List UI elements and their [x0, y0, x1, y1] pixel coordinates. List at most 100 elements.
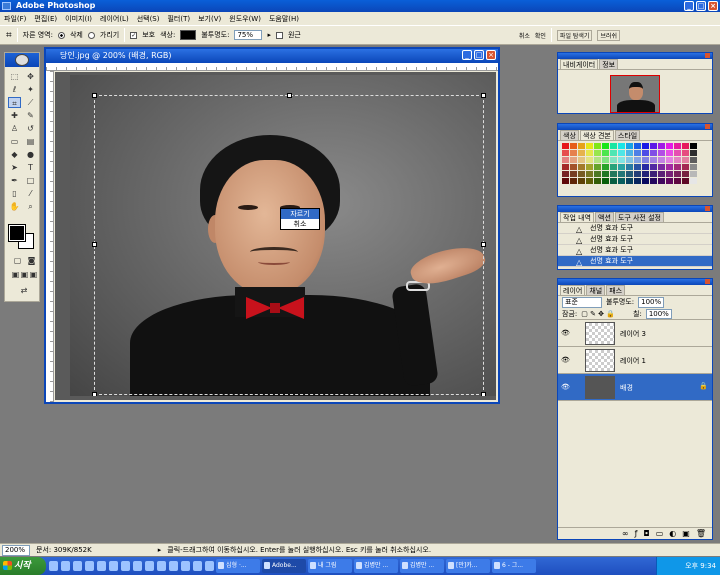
swatch-cell[interactable] — [674, 171, 681, 177]
swatch-cell[interactable] — [618, 157, 625, 163]
menu-file[interactable]: 파일(F) — [4, 14, 26, 24]
swatch-cell[interactable] — [658, 150, 665, 156]
quicklaunch-icon[interactable] — [61, 561, 70, 571]
quicklaunch-icon[interactable] — [157, 561, 166, 571]
swatch-cell[interactable] — [666, 178, 673, 184]
swatch-cell[interactable] — [658, 178, 665, 184]
jump-to-imageready-icon[interactable]: ⇄ — [15, 285, 33, 296]
document-title-bar[interactable]: 당인.jpg @ 200% (배경, RGB) _ □ × — [46, 49, 498, 63]
menu-window[interactable]: 윈도우(W) — [229, 14, 261, 24]
taskbar-item[interactable]: 심형 ·... — [216, 559, 260, 573]
zoom-field[interactable]: 200% — [2, 545, 30, 556]
swatch-cell[interactable] — [602, 164, 609, 170]
marquee-tool-icon[interactable]: ⬚ — [8, 71, 21, 82]
swatch-cell[interactable] — [626, 178, 633, 184]
swatch-cell[interactable] — [666, 150, 673, 156]
layer-opacity-field[interactable]: 100% — [638, 297, 665, 308]
canvas-area[interactable]: 자르기 취소 — [55, 72, 496, 400]
swatch-cell[interactable] — [634, 178, 641, 184]
swatch-cell[interactable] — [666, 171, 673, 177]
swatch-cell[interactable] — [690, 143, 697, 149]
new-layer-icon[interactable]: ▣ — [682, 528, 690, 539]
swatch-cell[interactable] — [642, 171, 649, 177]
zoom-tool-icon[interactable]: ⌕ — [24, 201, 37, 212]
swatch-cell[interactable] — [682, 143, 689, 149]
swatch-cell[interactable] — [674, 178, 681, 184]
quicklaunch-icon[interactable] — [49, 561, 58, 571]
swatch-cell[interactable] — [634, 171, 641, 177]
swatch-cell[interactable] — [650, 178, 657, 184]
brush-tab[interactable]: 브러쉬 — [597, 29, 620, 41]
swatch-cell[interactable] — [562, 150, 569, 156]
pen-tool-icon[interactable]: ✒ — [8, 175, 21, 186]
tab-channels[interactable]: 채널 — [586, 285, 606, 295]
delete-radio[interactable] — [57, 31, 65, 39]
layer-style-icon[interactable]: ƒ — [635, 528, 638, 539]
link-icon[interactable]: ∞ — [622, 528, 629, 539]
swatch-cell[interactable] — [626, 143, 633, 149]
quicklaunch-icon[interactable] — [109, 561, 118, 571]
swatch-cell[interactable] — [650, 150, 657, 156]
tab-info[interactable]: 정보 — [599, 59, 619, 69]
menu-edit[interactable]: 편집(E) — [34, 14, 57, 24]
quicklaunch-icon[interactable] — [193, 561, 202, 571]
swatch-cell[interactable] — [674, 143, 681, 149]
history-brush-icon[interactable]: ↺ — [24, 123, 37, 134]
swatch-cell[interactable] — [570, 150, 577, 156]
swatch-cell[interactable] — [578, 171, 585, 177]
quick-mask-icon[interactable]: ◙ — [25, 255, 38, 266]
swatch-cell[interactable] — [586, 143, 593, 149]
crop-handle[interactable] — [92, 242, 97, 247]
swatch-cell[interactable] — [682, 157, 689, 163]
swatch-cell[interactable] — [690, 178, 697, 184]
swatch-cell[interactable] — [682, 178, 689, 184]
context-crop-item[interactable]: 자르기 — [281, 209, 319, 219]
swatch-cell[interactable] — [578, 143, 585, 149]
close-button[interactable]: × — [708, 1, 718, 11]
swatch-cell[interactable] — [634, 150, 641, 156]
context-cancel-item[interactable]: 취소 — [281, 219, 319, 229]
perspective-checkbox[interactable] — [275, 31, 283, 39]
swatch-cell[interactable] — [570, 143, 577, 149]
start-button[interactable]: 시작 — [0, 557, 46, 575]
swatch-cell[interactable] — [586, 150, 593, 156]
quicklaunch-icon[interactable] — [169, 561, 178, 571]
swatch-cell[interactable] — [690, 157, 697, 163]
eye-icon[interactable]: 👁 — [561, 383, 570, 391]
swatch-cell[interactable] — [642, 157, 649, 163]
swatch-cell[interactable] — [610, 150, 617, 156]
menu-select[interactable]: 선택(S) — [137, 14, 160, 24]
swatch-cell[interactable] — [618, 171, 625, 177]
crop-marquee[interactable] — [92, 93, 486, 396]
swatch-cell[interactable] — [642, 178, 649, 184]
swatch-cell[interactable] — [658, 171, 665, 177]
eye-icon[interactable]: 👁 — [561, 356, 570, 364]
hand-tool-icon[interactable]: ✋ — [8, 201, 21, 212]
tab-actions[interactable]: 액션 — [595, 212, 614, 222]
type-tool-icon[interactable]: T — [24, 162, 37, 173]
blend-mode-select[interactable]: 표준 — [562, 297, 602, 308]
swatch-cell[interactable] — [690, 164, 697, 170]
swatch-cell[interactable] — [562, 178, 569, 184]
doc-close-button[interactable]: × — [486, 50, 496, 60]
lasso-tool-icon[interactable]: ℓ — [8, 84, 21, 95]
swatch-cell[interactable] — [594, 150, 601, 156]
swatch-cell[interactable] — [690, 150, 697, 156]
menu-layer[interactable]: 레이어(L) — [100, 14, 129, 24]
quicklaunch-icon[interactable] — [205, 561, 214, 571]
eyedropper-tool-icon[interactable]: ⁄ — [24, 188, 37, 199]
swatch-cell[interactable] — [570, 157, 577, 163]
foreground-color[interactable] — [8, 224, 26, 242]
photo[interactable] — [70, 75, 496, 396]
tab-color[interactable]: 색상 — [560, 130, 579, 140]
swatch-cell[interactable] — [618, 178, 625, 184]
commit-crop-button[interactable]: 확인 — [535, 31, 546, 40]
layer-row-selected[interactable]: 👁 배경 🔒 — [558, 374, 712, 401]
swatch-cell[interactable] — [690, 171, 697, 177]
swatch-cell[interactable] — [618, 143, 625, 149]
brush-tool-icon[interactable]: ✎ — [24, 110, 37, 121]
crop-handle[interactable] — [481, 93, 486, 98]
tab-paths[interactable]: 패스 — [606, 285, 626, 295]
swatch-cell[interactable] — [682, 164, 689, 170]
taskbar-item-active[interactable]: Adobe... — [262, 559, 306, 573]
